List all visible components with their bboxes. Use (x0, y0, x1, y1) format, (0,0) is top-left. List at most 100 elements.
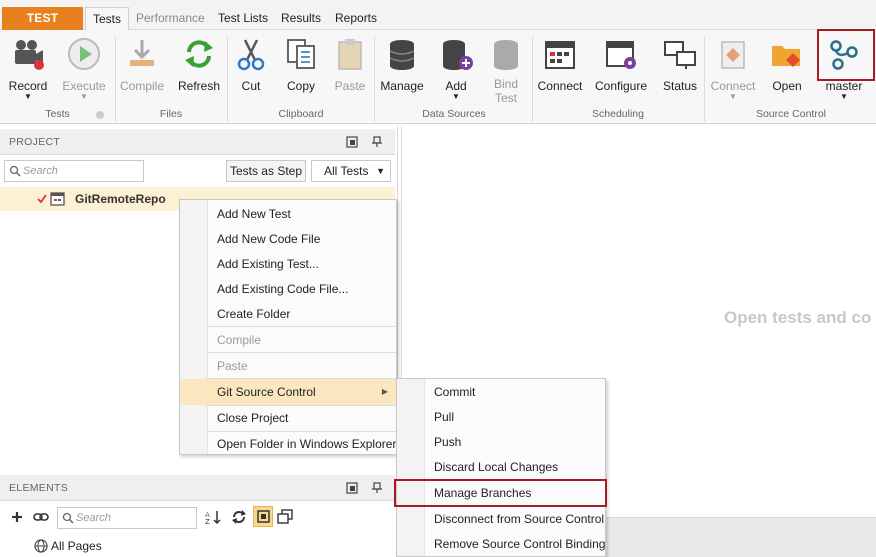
pin-icon[interactable] (371, 136, 383, 148)
svg-text:Z: Z (205, 518, 210, 525)
configure-button[interactable]: Configure (592, 34, 650, 106)
connect-source-control-button[interactable]: Connect ▼ (708, 34, 758, 106)
group-label-source-control: Source Control (755, 108, 827, 120)
calendar-gear-icon (606, 41, 636, 69)
manage-data-button[interactable]: Manage (378, 34, 426, 106)
menu-item-compile[interactable]: Compile (180, 328, 396, 353)
menu-item-commit[interactable]: Commit (397, 380, 605, 405)
refresh-button[interactable]: Refresh (175, 34, 223, 106)
compile-button[interactable]: Compile (118, 34, 166, 106)
play-icon (68, 38, 100, 70)
menu-separator (208, 352, 396, 353)
menu-item-git-source-control[interactable]: Git Source Control ▶ (180, 379, 396, 405)
square-icon (257, 510, 270, 523)
menu-item-create-folder[interactable]: Create Folder (180, 302, 396, 327)
master-highlight-box (817, 29, 875, 81)
record-button[interactable]: Record ▼ (4, 34, 52, 106)
elements-panel-title: ELEMENTS (9, 482, 68, 494)
globe-icon (34, 539, 48, 553)
group-label-files: Files (159, 108, 183, 120)
manage-branches-highlight-box (394, 479, 607, 507)
menu-item-add-existing-code-file[interactable]: Add Existing Code File... (180, 277, 396, 302)
chevron-down-icon: ▼ (729, 92, 737, 101)
menu-item-paste[interactable]: Paste (180, 354, 396, 379)
project-search-input[interactable]: Search (4, 160, 144, 182)
tab-performance[interactable]: Performance (136, 7, 205, 30)
refresh-icon (185, 40, 213, 68)
top-tab-bar: TEST STUDIO Tests Performance Test Lists… (0, 0, 876, 48)
group-label-clipboard: Clipboard (278, 108, 324, 120)
chevron-down-icon: ▼ (452, 92, 460, 101)
copy-button[interactable]: Copy (279, 34, 323, 106)
maximize-icon[interactable] (346, 482, 358, 494)
app-brand[interactable]: TEST STUDIO (2, 7, 83, 48)
pin-icon[interactable] (371, 482, 383, 494)
menu-item-add-new-code-file[interactable]: Add New Code File (180, 227, 396, 252)
bind-test-button[interactable]: Bind Test (484, 34, 528, 106)
menu-item-add-new-test[interactable]: Add New Test (180, 202, 396, 227)
cut-button[interactable]: Cut (230, 34, 272, 106)
tests-as-step-button[interactable]: Tests as Step (226, 160, 306, 182)
tab-results[interactable]: Results (281, 7, 321, 30)
test-filter-dropdown[interactable]: All Tests ▼ (311, 160, 391, 182)
chevron-down-icon: ▼ (840, 92, 848, 101)
git-connect-icon (721, 41, 745, 69)
open-tests-hint: Open tests and co (724, 308, 872, 327)
group-label-data-sources: Data Sources (422, 108, 486, 120)
compile-icon (130, 40, 154, 66)
monitors-icon (664, 41, 696, 69)
windows-icon[interactable] (277, 509, 293, 525)
submenu-arrow-icon: ▶ (381, 387, 388, 396)
menu-item-pull[interactable]: Pull (397, 405, 605, 430)
copy-icon (287, 39, 315, 69)
ribbon: Record ▼ Execute ▼ Tests Compile Refresh… (0, 30, 876, 124)
sort-az-icon[interactable]: AZ (205, 509, 221, 525)
menu-item-remove-binding[interactable]: Remove Source Control Binding (397, 532, 605, 557)
status-button[interactable]: Status (658, 34, 702, 106)
ribbon-separator (374, 36, 375, 122)
tab-tests[interactable]: Tests (85, 7, 130, 31)
ribbon-separator (704, 36, 705, 122)
execute-button[interactable]: Execute ▼ (58, 34, 110, 106)
search-icon (62, 512, 74, 524)
project-panel-title: PROJECT (9, 136, 61, 148)
menu-item-disconnect[interactable]: Disconnect from Source Control (397, 507, 605, 532)
refresh-icon[interactable] (231, 509, 247, 525)
dialog-launcher-icon[interactable] (95, 110, 105, 120)
git-folder-icon (772, 46, 800, 67)
database-icon (389, 40, 415, 70)
search-icon (9, 165, 21, 177)
camera-icon (15, 40, 44, 70)
maximize-icon[interactable] (346, 136, 358, 148)
all-pages-item[interactable]: All Pages (51, 539, 102, 553)
menu-item-push[interactable]: Push (397, 430, 605, 455)
clipboard-icon (338, 39, 362, 70)
check-icon (37, 194, 47, 204)
git-submenu: Commit Pull Push Discard Local Changes M… (396, 378, 606, 557)
project-context-menu: Add New Test Add New Code File Add Exist… (179, 199, 397, 455)
elements-search-input[interactable]: Search (57, 507, 197, 529)
paste-button[interactable]: Paste (328, 34, 372, 106)
chevron-down-icon: ▼ (80, 92, 88, 101)
ribbon-separator (532, 36, 533, 122)
tab-reports[interactable]: Reports (335, 7, 377, 30)
elements-panel-header: ELEMENTS (0, 475, 395, 501)
group-label-scheduling: Scheduling (592, 108, 644, 120)
database-add-icon (443, 40, 473, 70)
toggle-view-button[interactable] (253, 506, 273, 527)
menu-item-open-folder[interactable]: Open Folder in Windows Explorer (180, 432, 396, 457)
connect-scheduling-button[interactable]: Connect (536, 34, 584, 106)
link-icon[interactable] (33, 509, 49, 525)
add-data-button[interactable]: Add ▼ (434, 34, 478, 106)
project-icon (50, 192, 65, 206)
menu-separator (208, 326, 396, 327)
tab-test-lists[interactable]: Test Lists (218, 7, 268, 30)
add-icon[interactable] (9, 509, 25, 525)
project-panel-header: PROJECT (0, 129, 395, 155)
calendar-connect-icon (545, 41, 575, 69)
open-source-control-button[interactable]: Open (764, 34, 810, 106)
menu-item-discard-local-changes[interactable]: Discard Local Changes (397, 455, 605, 480)
menu-item-add-existing-test[interactable]: Add Existing Test... (180, 252, 396, 277)
chevron-down-icon: ▼ (376, 166, 385, 176)
menu-item-close-project[interactable]: Close Project (180, 406, 396, 431)
